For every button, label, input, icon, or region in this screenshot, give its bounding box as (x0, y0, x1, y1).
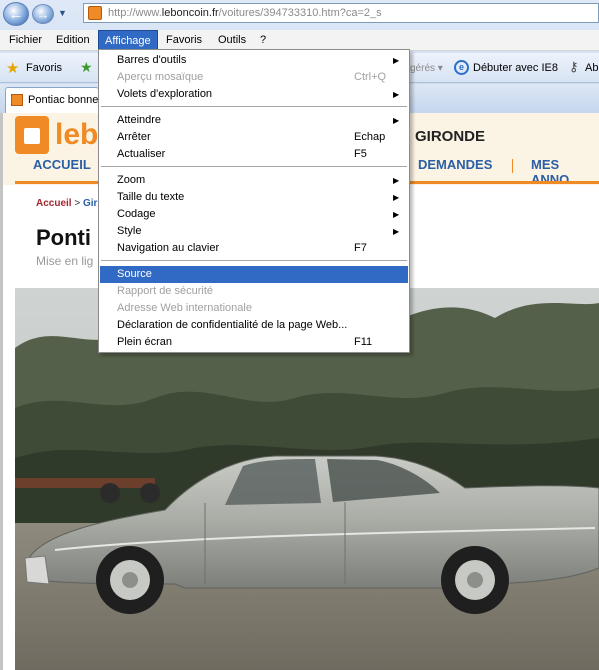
menu-bar: Fichier Edition Affichage Favoris Outils… (0, 30, 599, 51)
url-text[interactable]: http://www.leboncoin.fr/voitures/3947333… (108, 7, 382, 19)
breadcrumb-separator: > (71, 198, 83, 209)
menu-item-shortcut: Echap (354, 131, 386, 143)
favorites-button-label[interactable]: Favoris (26, 62, 62, 74)
menu-item-rapport-securite: Rapport de sécurité (100, 283, 408, 300)
favbar-partial-item[interactable]: gérés ▾ (410, 63, 443, 74)
menu-item-shortcut: F5 (354, 148, 367, 160)
menu-item-label: Atteindre (117, 114, 162, 126)
ad-publication-date: Mise en lig (36, 254, 94, 268)
submenu-arrow-icon: ▶ (393, 56, 400, 65)
menu-fichier[interactable]: Fichier (3, 30, 48, 51)
menu-help[interactable]: ? (254, 30, 272, 51)
ie-icon: e (454, 60, 469, 75)
url-path: /voitures/394733310.htm?ca=2_s (218, 7, 382, 19)
menu-item-label: Rapport de sécurité (117, 285, 213, 297)
submenu-arrow-icon: ▶ (393, 116, 400, 125)
menu-item-taille-texte[interactable]: Taille du texte ▶ (100, 189, 408, 206)
browser-tab[interactable]: Pontiac bonneville (5, 87, 99, 113)
url-domain: leboncoin.fr (161, 7, 219, 19)
menu-edition[interactable]: Edition (50, 30, 96, 51)
nav-demandes[interactable]: DEMANDES (418, 157, 492, 172)
menu-affichage[interactable]: Affichage (98, 30, 158, 51)
submenu-arrow-icon: ▶ (393, 176, 400, 185)
nav-accueil[interactable]: ACCUEIL (33, 157, 91, 172)
tab-favicon-icon (11, 94, 23, 106)
menu-item-label: Aperçu mosaïque (117, 71, 204, 83)
ab-link[interactable]: Ab (585, 62, 598, 74)
menu-separator (101, 260, 407, 261)
back-arrow-icon: ← (8, 5, 24, 23)
tab-title: Pontiac bonneville (28, 94, 98, 106)
menu-item-shortcut: Ctrl+Q (354, 71, 387, 83)
site-favicon-icon (88, 6, 102, 20)
menu-separator (101, 106, 407, 107)
menu-item-actualiser[interactable]: Actualiser F5 (100, 146, 408, 163)
debuter-ie8-link[interactable]: Débuter avec IE8 (473, 62, 558, 74)
menu-item-label: Codage (117, 208, 156, 220)
forward-button[interactable]: → (32, 4, 54, 24)
menu-item-label: Navigation au clavier (117, 242, 220, 254)
menu-outils[interactable]: Outils (212, 30, 252, 51)
menu-separator (101, 166, 407, 167)
submenu-arrow-icon: ▶ (393, 210, 400, 219)
breadcrumb-home[interactable]: Accueil (36, 198, 72, 209)
menu-item-label: Déclaration de confidentialité de la pag… (117, 319, 348, 331)
menu-item-apercu-mosaique: Aperçu mosaïque Ctrl+Q (100, 69, 408, 86)
menu-item-navigation-clavier[interactable]: Navigation au clavier F7 (100, 240, 408, 257)
menu-item-style[interactable]: Style ▶ (100, 223, 408, 240)
nav-divider (512, 159, 513, 173)
submenu-arrow-icon: ▶ (393, 90, 400, 99)
menu-item-label: Volets d'exploration (117, 88, 213, 100)
address-bar[interactable]: http://www.leboncoin.fr/voitures/3947333… (83, 3, 599, 23)
breadcrumb-region[interactable]: Gir (83, 198, 97, 209)
address-row: ← → ▼ http://www.leboncoin.fr/voitures/3… (0, 0, 599, 28)
menu-item-label: Actualiser (117, 148, 166, 160)
menu-item-adresse-web-internationale: Adresse Web internationale (100, 300, 408, 317)
forward-arrow-icon: → (36, 6, 50, 22)
back-button[interactable]: ← (3, 2, 29, 26)
menu-item-shortcut: F11 (354, 336, 373, 348)
ad-title: Ponti (36, 225, 91, 250)
submenu-arrow-icon: ▶ (393, 227, 400, 236)
menu-item-label: Source (117, 268, 152, 280)
menu-item-label: Plein écran (117, 336, 173, 348)
menu-item-label: Zoom (117, 174, 146, 186)
menu-item-source[interactable]: Source (100, 266, 408, 283)
history-dropdown-icon[interactable]: ▼ (58, 8, 67, 18)
leboncoin-logo-icon[interactable] (15, 116, 49, 154)
menu-item-codage[interactable]: Codage ▶ (100, 206, 408, 223)
key-icon: ⚷ (569, 59, 579, 74)
breadcrumb: Accueil > Gir (36, 198, 97, 209)
menu-item-arreter[interactable]: Arrêter Echap (100, 129, 408, 146)
add-favorite-icon[interactable]: ★ (80, 59, 93, 76)
menu-item-atteindre[interactable]: Atteindre ▶ (100, 112, 408, 129)
menu-item-plein-ecran[interactable]: Plein écran F11 (100, 334, 408, 351)
menu-item-label: Barres d'outils (117, 54, 187, 66)
menu-item-label: Adresse Web internationale (117, 302, 252, 314)
menu-favoris[interactable]: Favoris (160, 30, 208, 51)
menu-item-barres-outils[interactable]: Barres d'outils ▶ (100, 52, 408, 69)
menu-item-shortcut: F7 (354, 242, 367, 254)
submenu-arrow-icon: ▶ (393, 193, 400, 202)
region-title: GIRONDE (415, 128, 486, 145)
menu-item-label: Taille du texte (117, 191, 185, 203)
menu-item-label: Arrêter (117, 131, 151, 143)
affichage-dropdown-menu: Barres d'outils ▶ Aperçu mosaïque Ctrl+Q… (98, 49, 410, 353)
url-prefix: http://www. (108, 7, 162, 19)
menu-item-declaration-confidentialite[interactable]: Déclaration de confidentialité de la pag… (100, 317, 408, 334)
favorites-star-icon[interactable]: ★ (6, 59, 19, 77)
menu-item-zoom[interactable]: Zoom ▶ (100, 172, 408, 189)
menu-item-label: Style (117, 225, 142, 237)
menu-item-volets-exploration[interactable]: Volets d'exploration ▶ (100, 86, 408, 103)
